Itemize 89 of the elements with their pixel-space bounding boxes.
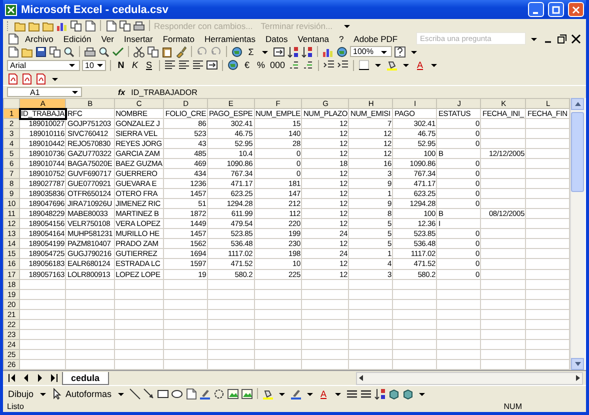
draw-menu-button[interactable]: Dibujo [7, 388, 35, 398]
maximize-button[interactable] [548, 2, 564, 17]
menu-item[interactable]: Archivo [21, 34, 58, 44]
spreadsheet-icon [5, 4, 17, 16]
italic-button[interactable]: K [129, 60, 141, 70]
copy-icon[interactable] [119, 20, 131, 32]
restore-icon[interactable] [556, 32, 568, 44]
oval-icon[interactable] [170, 388, 183, 400]
close-icon[interactable] [570, 32, 582, 44]
align-left-icon[interactable] [164, 59, 176, 71]
decrease-decimal-icon[interactable] [302, 59, 314, 71]
bold-button[interactable]: N [115, 60, 127, 70]
menu-item[interactable]: Ver [97, 34, 118, 44]
thousands-button[interactable]: 000 [269, 60, 286, 70]
spelling-icon[interactable] [112, 46, 124, 58]
sort-descending-icon[interactable] [301, 46, 313, 58]
copy-icon[interactable] [70, 20, 82, 32]
page-icon[interactable] [105, 20, 117, 32]
align-right-icon[interactable] [192, 59, 204, 71]
menu-item[interactable]: ? [334, 34, 348, 44]
menu-item[interactable]: Formato [158, 34, 198, 44]
picture-icon[interactable] [240, 388, 253, 400]
vertical-scrollbar[interactable] [570, 98, 586, 370]
merge-center-icon[interactable] [206, 59, 218, 71]
paintbrush-icon[interactable] [175, 46, 187, 58]
copy-icon[interactable] [147, 46, 159, 58]
insert-function-button[interactable]: fx [118, 88, 126, 96]
down-arrow-icon[interactable] [574, 362, 581, 366]
font-size-field[interactable]: 10 [82, 60, 106, 70]
dash-style-icon[interactable] [360, 388, 372, 400]
sheet-tab[interactable]: cedula [62, 372, 109, 384]
new-file-icon[interactable] [7, 46, 19, 58]
menu-item[interactable]: Herramientas [200, 34, 260, 44]
line-style-icon[interactable] [346, 388, 358, 400]
name-box[interactable]: A1 [7, 87, 82, 97]
zoom-field[interactable]: 100% [350, 46, 392, 57]
help-icon[interactable] [394, 46, 406, 58]
menu-item[interactable]: Ventana [294, 34, 333, 44]
percent-button[interactable]: % [255, 60, 267, 70]
fill-color-icon[interactable] [386, 59, 398, 71]
formula-content[interactable]: ID_TRABAJADOR [131, 88, 198, 96]
minimize-button[interactable] [528, 2, 544, 17]
right-arrow-icon[interactable] [574, 372, 582, 382]
globe-icon[interactable] [231, 46, 243, 58]
fill-color-icon[interactable] [262, 388, 274, 400]
euro-button[interactable]: € [241, 60, 253, 70]
pdf-icon[interactable] [35, 72, 47, 84]
close-button[interactable] [568, 2, 584, 17]
window-title: Microsoft Excel - cedula.csv [21, 4, 170, 16]
increase-decimal-icon[interactable] [288, 59, 300, 71]
last-sheet-icon[interactable] [48, 372, 60, 384]
line-color-icon[interactable] [290, 388, 302, 400]
document-icon[interactable] [7, 32, 19, 44]
borders-icon[interactable] [358, 59, 370, 71]
autoshapes-menu-button[interactable]: Autoformas [64, 388, 113, 398]
menu-item[interactable]: Edición [59, 34, 96, 44]
menu-item[interactable]: Adobe PDF [350, 34, 402, 44]
line-icon[interactable] [128, 388, 141, 400]
scrollbar-thumb[interactable] [571, 112, 584, 192]
search-icon[interactable] [63, 46, 75, 58]
cut-icon[interactable] [133, 46, 145, 58]
pointer-icon[interactable] [50, 388, 63, 400]
sort-ascending-icon[interactable] [287, 46, 299, 58]
horizontal-scrollbar[interactable] [356, 372, 583, 384]
paste-icon[interactable] [161, 46, 173, 58]
font-color-button[interactable]: A [318, 388, 330, 398]
clip-art-icon[interactable] [226, 388, 239, 400]
underline-button[interactable]: S [143, 60, 155, 70]
rectangle-icon[interactable] [156, 388, 169, 400]
left-arrow-icon[interactable] [357, 372, 365, 382]
arrow-icon[interactable] [142, 388, 155, 400]
pdf-icon[interactable] [21, 72, 33, 84]
up-arrow-icon[interactable] [574, 102, 581, 106]
save-icon[interactable] [35, 46, 47, 58]
menu-item[interactable]: Insertar [120, 34, 157, 44]
menu-item[interactable]: Datos [262, 34, 292, 44]
print-icon[interactable] [133, 20, 145, 32]
print-icon[interactable] [84, 46, 96, 58]
print-preview-icon[interactable] [98, 46, 110, 58]
maximize-icon[interactable] [552, 6, 560, 14]
font-field[interactable]: Arial [7, 60, 80, 70]
autosum-button[interactable]: Σ [245, 46, 257, 56]
pdf-icon[interactable] [7, 72, 19, 84]
align-center-icon[interactable] [178, 59, 190, 71]
num-lock-indicator: NUM [504, 402, 522, 411]
font-color-button[interactable]: A [414, 60, 426, 70]
first-sheet-icon[interactable] [6, 372, 18, 384]
page-icon[interactable] [84, 20, 96, 32]
status-text: Listo [7, 402, 24, 411]
